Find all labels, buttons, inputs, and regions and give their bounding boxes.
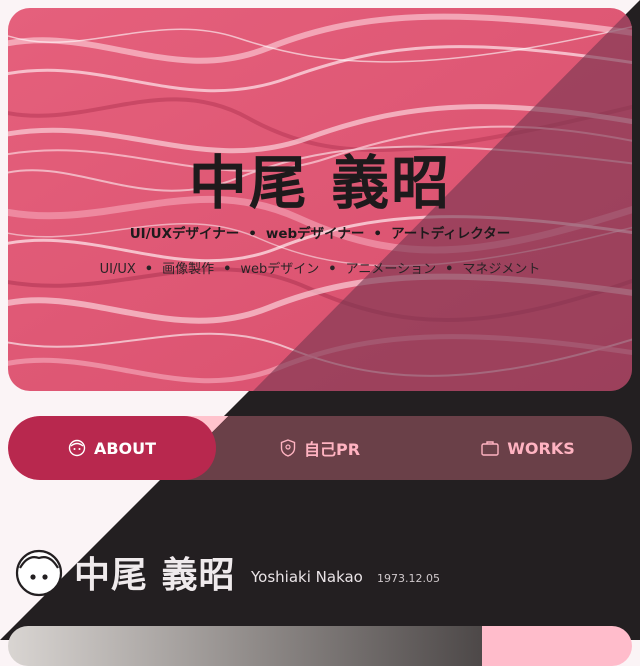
tab-about[interactable]: ABOUT: [8, 416, 216, 480]
separator-dot: •: [248, 226, 257, 242]
profile-header: 中尾 義昭 Yoshiaki Nakao 1973.12.05: [14, 546, 634, 598]
shield-icon: [280, 439, 296, 457]
separator-dot: •: [373, 226, 383, 242]
tab-self-pr[interactable]: 自己PR: [216, 416, 424, 480]
role-label: UI/UXデザイナー: [129, 226, 240, 242]
skill-label: UI/UX: [99, 262, 136, 277]
section-nav: ABOUT 自己PR WORKS: [8, 416, 632, 480]
skill-label: アニメーション: [345, 262, 437, 277]
hero-name: 中尾 義昭: [188, 149, 452, 217]
separator-dot: •: [328, 262, 337, 277]
tab-label: WORKS: [507, 438, 575, 458]
hero-banner: 中尾 義昭 UI/UXデザイナー • webデザイナー • アートディレクター UI/U…: [8, 8, 632, 391]
next-section-card: [8, 626, 632, 666]
briefcase-icon: [481, 441, 499, 456]
skill-label: webデザイン: [240, 262, 320, 277]
separator-dot: •: [144, 262, 154, 277]
hero-roles: UI/UXデザイナー • webデザイナー • アートディレクター: [8, 222, 632, 242]
profile-romaji: Yoshiaki Nakao: [251, 568, 363, 586]
profile-birthdate: 1973.12.05: [377, 572, 440, 585]
face-avatar-icon: [15, 549, 63, 597]
skill-label: 画像製作: [162, 262, 215, 277]
role-label: webデザイナー: [265, 226, 365, 242]
separator-dot: •: [223, 262, 232, 277]
tab-works[interactable]: WORKS: [424, 416, 632, 480]
role-label: アートディレクター: [391, 226, 511, 242]
face-icon: [68, 439, 86, 457]
profile-name: 中尾 義昭: [74, 555, 236, 596]
skill-label: マネジメント: [462, 262, 541, 277]
tab-label: 自己PR: [303, 440, 361, 459]
tab-label: ABOUT: [93, 438, 157, 458]
separator-dot: •: [445, 262, 454, 277]
hero-skills: UI/UX • 画像製作 • webデザイン • アニメーション • マネジメント: [8, 258, 632, 277]
